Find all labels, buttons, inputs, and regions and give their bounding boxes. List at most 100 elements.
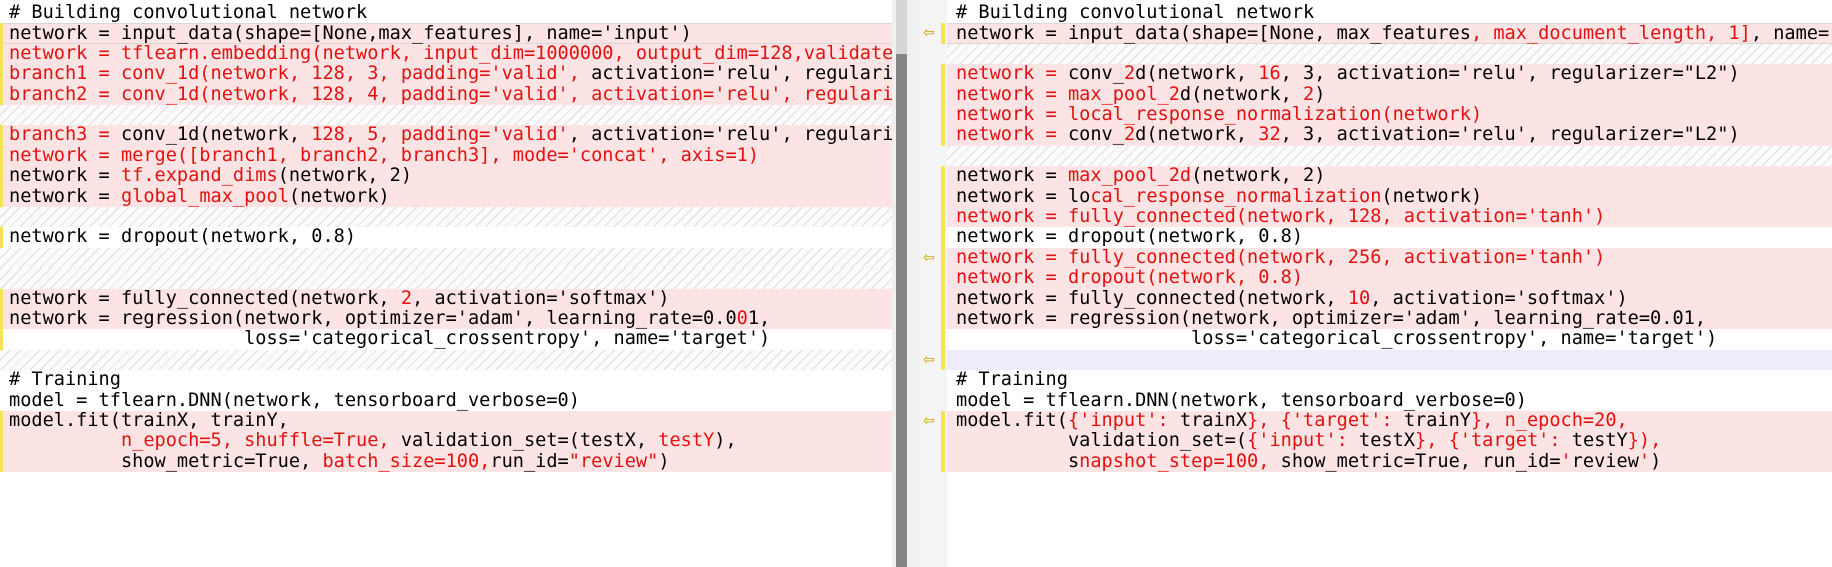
right-code-line[interactable]: network = dropout(network, 0.8) bbox=[947, 226, 1832, 248]
code-token: 2 bbox=[1123, 124, 1136, 146]
right-code-line[interactable]: loss='categorical_crossentropy', name='t… bbox=[947, 329, 1832, 350]
code-token: 1, bbox=[747, 308, 771, 329]
code-token: run_id= bbox=[490, 450, 569, 472]
code-token: , name='i bbox=[1750, 23, 1832, 45]
change-marker bbox=[941, 105, 945, 126]
left-code-line[interactable]: loss='categorical_crossentropy', name='t… bbox=[0, 329, 892, 350]
right-code-line[interactable]: network = dropout(network, 0.8) bbox=[947, 267, 1832, 289]
left-editor-pane[interactable]: # Building convolutional network network … bbox=[0, 0, 892, 567]
code-token: (network, 2) bbox=[277, 165, 413, 187]
code-token: model.fit(trainX, trainY, bbox=[9, 410, 289, 431]
code-token: ol bbox=[266, 185, 289, 207]
right-code-line[interactable]: network = input_data(shape=[None, max_fe… bbox=[947, 23, 1832, 45]
code-token: network = dropout(network, 0.8) bbox=[956, 267, 1304, 289]
merge-left-arrow-icon[interactable]: ⇦ bbox=[923, 353, 939, 367]
code-token: lo bbox=[1067, 185, 1091, 207]
code-token: network = local_response_normalization(n… bbox=[956, 104, 1483, 125]
right-code-line[interactable]: # Building convolutional network bbox=[947, 2, 1832, 23]
right-code-line[interactable]: snapshot_step=100, show_metric=True, run… bbox=[947, 450, 1832, 473]
code-token: ) bbox=[658, 450, 670, 472]
code-token: , 3, activation='relu', regularizer="L2"… bbox=[1280, 124, 1740, 146]
left-code-line[interactable] bbox=[0, 349, 892, 371]
left-code-line[interactable]: # Training bbox=[0, 369, 892, 390]
left-code-line[interactable]: n_epoch=5, shuffle=True, validation_set=… bbox=[0, 430, 892, 452]
change-marker bbox=[0, 288, 3, 309]
right-code-line[interactable]: validation_set=({'input': testX}, {'targ… bbox=[947, 430, 1832, 452]
right-code-line[interactable]: network = local_response_normalization(n… bbox=[947, 104, 1832, 126]
left-code-line[interactable]: branch2 = conv_1d(network, 128, 4, paddi… bbox=[0, 83, 892, 105]
right-code-line[interactable]: # Training bbox=[947, 369, 1832, 390]
left-code-line[interactable]: branch3 = conv_1d(network, 128, 5, paddi… bbox=[0, 124, 892, 146]
left-code-line[interactable]: show_metric=True, batch_size=100,run_id=… bbox=[0, 450, 892, 473]
left-code-line[interactable] bbox=[0, 105, 892, 126]
code-token: model = tflearn.DNN(network, tensorboard… bbox=[956, 389, 1527, 411]
change-marker bbox=[0, 23, 3, 44]
change-marker bbox=[941, 431, 945, 452]
right-code-line[interactable]: network = fully_connected(network, 128, … bbox=[947, 206, 1832, 228]
left-code-line[interactable]: network = regression(network, optimizer=… bbox=[0, 308, 892, 330]
right-merge-gutter: ⇦ ⇦ ⇦ ⇦ bbox=[919, 0, 947, 567]
code-token: ) bbox=[1650, 450, 1662, 472]
left-code-line[interactable] bbox=[0, 247, 892, 269]
right-editor-pane[interactable]: # Building convolutional network network … bbox=[947, 0, 1832, 567]
code-token: show_metric=True, bbox=[9, 450, 323, 472]
left-code-line[interactable]: network = input_data(shape=[None,max_fea… bbox=[0, 23, 892, 44]
left-code-line[interactable]: model.fit(trainX, trainY, bbox=[0, 410, 892, 432]
code-token: n_epoch=5, shuffle=True, bbox=[120, 430, 390, 452]
code-token: d(network, bbox=[1135, 124, 1259, 146]
left-code-line[interactable]: branch1 = conv_1d(network, 128, 3, paddi… bbox=[0, 63, 892, 85]
code-token: network = dropout(network, 0.8) bbox=[956, 226, 1304, 248]
code-token: ' bbox=[1638, 450, 1651, 472]
right-code-line[interactable] bbox=[947, 43, 1832, 65]
vertical-scrollbar-thumb[interactable] bbox=[896, 54, 907, 567]
right-code-line[interactable]: network = conv_2d(network, 16, 3, activa… bbox=[947, 63, 1832, 85]
left-code-line[interactable]: model = tflearn.DNN(network, tensorboard… bbox=[0, 389, 892, 411]
left-code-line[interactable]: network = tflearn.embedding(network, inp… bbox=[0, 43, 892, 65]
right-code-line[interactable]: network = max_pool_2d(network, 2) bbox=[947, 165, 1832, 187]
code-token: network = fully_connected(network, 256, … bbox=[956, 246, 1606, 268]
code-token: branch2 = conv_1d(network, 128, 4, paddi… bbox=[9, 83, 892, 105]
left-code-line[interactable] bbox=[0, 268, 892, 289]
change-marker bbox=[0, 329, 3, 350]
code-token: network = fully_connected(network, bbox=[956, 287, 1348, 309]
change-marker bbox=[941, 451, 945, 473]
right-code-line[interactable]: model.fit({'input': trainX}, {'target': … bbox=[947, 410, 1832, 432]
change-marker bbox=[0, 43, 3, 65]
code-token: model.fit( bbox=[956, 410, 1068, 431]
code-token: {'input': bbox=[1247, 430, 1360, 452]
left-code-line[interactable]: network = merge([branch1, branch2, branc… bbox=[0, 145, 892, 167]
change-marker bbox=[0, 125, 3, 146]
left-code-line[interactable]: # Building convolutional network bbox=[0, 2, 892, 23]
right-code-line[interactable]: model = tflearn.DNN(network, tensorboard… bbox=[947, 389, 1832, 411]
right-code-line[interactable]: network = regression(network, optimizer=… bbox=[947, 308, 1832, 330]
right-code-line[interactable]: network = fully_connected(network, 10, a… bbox=[947, 287, 1832, 309]
left-code-line[interactable]: network = tf.expand_dims(network, 2) bbox=[0, 165, 892, 187]
left-code-line[interactable]: network = global_max_pool(network) bbox=[0, 185, 892, 207]
code-token: trainX bbox=[1179, 410, 1248, 431]
right-code-line[interactable] bbox=[947, 145, 1832, 167]
code-token: model = tflearn.DNN(network, tensorboard… bbox=[9, 389, 580, 411]
code-token: (network, 2) bbox=[1191, 165, 1326, 187]
code-token: nse_normalization bbox=[1191, 185, 1382, 207]
code-token: branch3 = bbox=[9, 124, 121, 146]
right-code-line[interactable]: network = local_response_normalization(n… bbox=[947, 185, 1832, 207]
code-token: testX bbox=[1359, 430, 1416, 452]
code-token: padding='valid', bbox=[400, 63, 592, 85]
right-code-line[interactable]: network = max_pool_2d(network, 2) bbox=[947, 83, 1832, 105]
code-token: 2 bbox=[1303, 83, 1315, 105]
right-code-line[interactable] bbox=[947, 349, 1832, 371]
left-code-line[interactable] bbox=[0, 207, 892, 228]
code-token: 32 bbox=[1258, 124, 1281, 146]
merge-left-arrow-icon[interactable]: ⇦ bbox=[923, 414, 939, 428]
left-code-line[interactable]: network = fully_connected(network, 2, ac… bbox=[0, 287, 892, 309]
change-marker bbox=[0, 64, 3, 85]
merge-left-arrow-icon[interactable]: ⇦ bbox=[923, 26, 939, 40]
left-code-line[interactable]: network = dropout(network, 0.8) bbox=[0, 227, 892, 248]
change-marker bbox=[941, 309, 945, 330]
right-code-line[interactable]: network = fully_connected(network, 256, … bbox=[947, 246, 1832, 269]
merge-left-arrow-icon[interactable]: ⇦ bbox=[923, 251, 939, 265]
code-token: network = bbox=[956, 165, 1068, 187]
code-token: network = fully_connected(network, bbox=[9, 287, 401, 309]
code-token: network = bbox=[956, 63, 1068, 85]
right-code-line[interactable]: network = conv_2d(network, 32, 3, activa… bbox=[947, 124, 1832, 146]
